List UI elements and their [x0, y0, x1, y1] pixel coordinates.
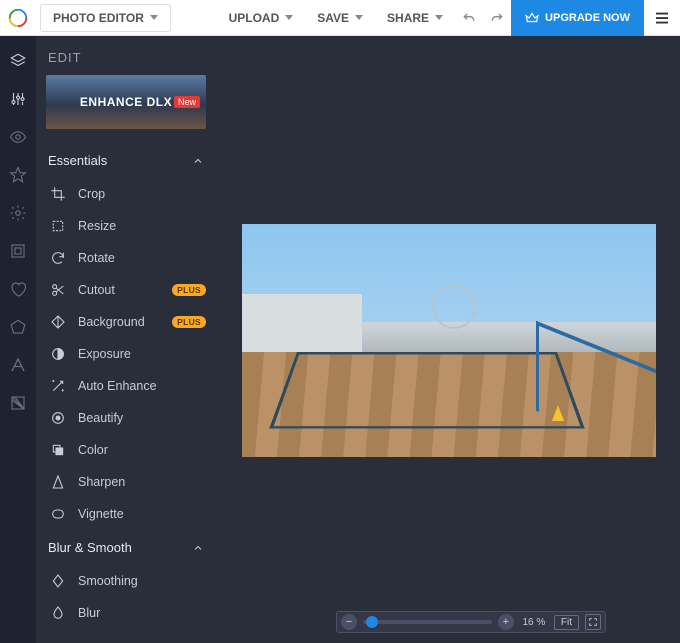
tool-vignette[interactable]: Vignette [36, 498, 216, 530]
app-logo[interactable] [0, 0, 36, 36]
color-icon [50, 442, 66, 458]
tool-label: Crop [78, 187, 105, 201]
menu-button[interactable] [644, 0, 680, 36]
zoom-bar: − + 16 % Fit [336, 611, 606, 633]
beautify-icon [50, 410, 66, 426]
tool-label: Blur [78, 606, 100, 620]
image-ferris-wheel [432, 285, 476, 329]
tool-background[interactable]: Background PLUS [36, 306, 216, 338]
plus-badge: PLUS [172, 316, 206, 328]
promo-banner[interactable]: ENHANCE DLX New [46, 75, 206, 129]
zoom-in-button[interactable]: + [498, 614, 514, 630]
section-title: Essentials [48, 153, 107, 168]
tool-crop[interactable]: Crop [36, 178, 216, 210]
tool-resize[interactable]: Resize [36, 210, 216, 242]
crop-icon [50, 186, 66, 202]
rail-heart-icon[interactable] [9, 280, 27, 298]
rail-text-icon[interactable] [9, 356, 27, 374]
image-cone [552, 405, 564, 421]
mode-dropdown[interactable]: PHOTO EDITOR [40, 4, 171, 32]
rail-sliders-icon[interactable] [9, 90, 27, 108]
tool-label: Color [78, 443, 108, 457]
redo-button[interactable] [483, 4, 511, 32]
rail-frame-icon[interactable] [9, 242, 27, 260]
tool-label: Rotate [78, 251, 115, 265]
chevron-up-icon [192, 155, 204, 167]
save-label: SAVE [317, 11, 349, 25]
rail-gear-icon[interactable] [9, 204, 27, 222]
tool-label: Smoothing [78, 574, 138, 588]
caret-down-icon [435, 15, 443, 20]
share-label: SHARE [387, 11, 429, 25]
zoom-fit-button[interactable]: Fit [554, 615, 579, 630]
tool-label: Background [78, 315, 145, 329]
zoom-value: 16 % [520, 617, 548, 628]
rail-shape-icon[interactable] [9, 318, 27, 336]
tool-label: Sharpen [78, 475, 125, 489]
rail-texture-icon[interactable] [9, 394, 27, 412]
tool-label: Resize [78, 219, 116, 233]
caret-down-icon [285, 15, 293, 20]
tool-label: Exposure [78, 347, 131, 361]
caret-down-icon [150, 15, 158, 20]
promo-badge: New [174, 96, 200, 108]
edit-panel: EDIT ENHANCE DLX New Essentials Crop Res… [36, 36, 216, 643]
rail-layers-icon[interactable] [9, 52, 27, 70]
tool-beautify[interactable]: Beautify [36, 402, 216, 434]
section-essentials-header[interactable]: Essentials [36, 143, 216, 178]
tool-label: Cutout [78, 283, 115, 297]
canvas-image[interactable] [242, 224, 656, 457]
share-dropdown[interactable]: SHARE [375, 4, 455, 32]
top-bar: PHOTO EDITOR UPLOAD SAVE SHARE UPGRADE N… [0, 0, 680, 36]
tool-smoothing[interactable]: Smoothing [36, 565, 216, 597]
canvas-area: − + 16 % Fit [216, 36, 680, 643]
zoom-slider-thumb[interactable] [366, 616, 378, 628]
smoothing-icon [50, 573, 66, 589]
tool-rotate[interactable]: Rotate [36, 242, 216, 274]
auto-enhance-icon [50, 378, 66, 394]
upgrade-label: UPGRADE NOW [545, 12, 630, 24]
blur-icon [50, 605, 66, 621]
tool-rail [0, 36, 36, 643]
save-dropdown[interactable]: SAVE [305, 4, 375, 32]
tool-color[interactable]: Color [36, 434, 216, 466]
undo-button[interactable] [455, 4, 483, 32]
tool-auto-enhance[interactable]: Auto Enhance [36, 370, 216, 402]
rotate-icon [50, 250, 66, 266]
tool-label: Beautify [78, 411, 123, 425]
promo-text: ENHANCE DLX [80, 95, 172, 109]
tool-label: Auto Enhance [78, 379, 157, 393]
upgrade-button[interactable]: UPGRADE NOW [511, 0, 644, 36]
panel-title: EDIT [36, 36, 216, 75]
resize-icon [50, 218, 66, 234]
zoom-fullscreen-button[interactable] [585, 614, 601, 630]
background-icon [50, 314, 66, 330]
sharpen-icon [50, 474, 66, 490]
upload-dropdown[interactable]: UPLOAD [217, 4, 306, 32]
tool-cutout[interactable]: Cutout PLUS [36, 274, 216, 306]
cutout-icon [50, 282, 66, 298]
section-title: Blur & Smooth [48, 540, 132, 555]
rail-star-icon[interactable] [9, 166, 27, 184]
caret-down-icon [355, 15, 363, 20]
exposure-icon [50, 346, 66, 362]
tool-exposure[interactable]: Exposure [36, 338, 216, 370]
upload-label: UPLOAD [229, 11, 280, 25]
tool-label: Vignette [78, 507, 124, 521]
rail-eye-icon[interactable] [9, 128, 27, 146]
chevron-up-icon [192, 542, 204, 554]
vignette-icon [50, 506, 66, 522]
plus-badge: PLUS [172, 284, 206, 296]
section-blur-smooth-header[interactable]: Blur & Smooth [36, 530, 216, 565]
zoom-out-button[interactable]: − [341, 614, 357, 630]
crown-icon [525, 11, 539, 25]
mode-label: PHOTO EDITOR [53, 11, 144, 25]
tool-blur[interactable]: Blur [36, 597, 216, 629]
fullscreen-icon [588, 617, 598, 627]
zoom-slider-track[interactable] [363, 620, 492, 624]
tool-sharpen[interactable]: Sharpen [36, 466, 216, 498]
